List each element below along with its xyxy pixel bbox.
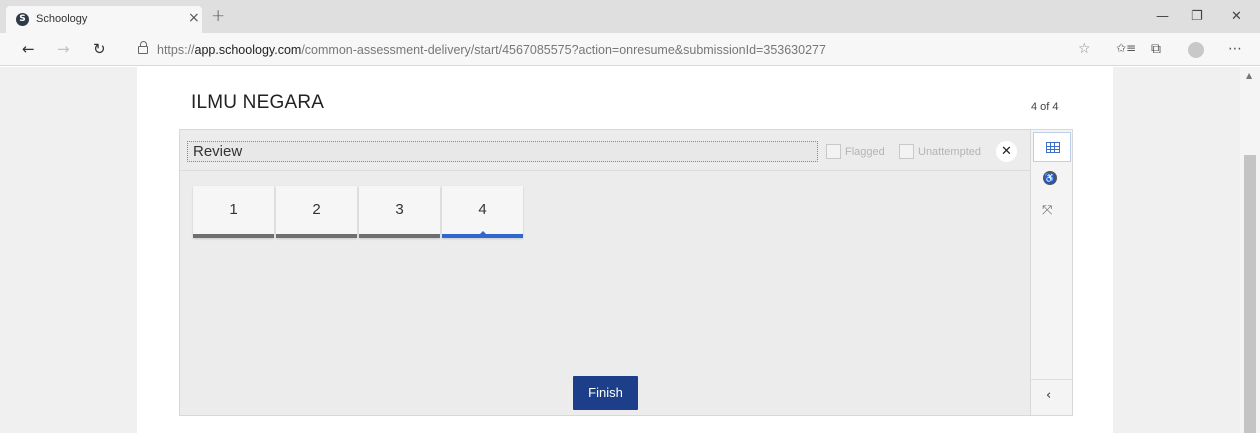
question-button-3[interactable]: 3 [359, 186, 440, 238]
question-button-1[interactable]: 1 [193, 186, 274, 238]
question-number: 1 [229, 201, 238, 218]
minimize-icon[interactable]: — [1156, 9, 1169, 24]
forward-icon[interactable]: → [57, 40, 70, 58]
scroll-thumb[interactable] [1244, 155, 1256, 433]
question-number: 2 [312, 201, 321, 218]
browser-tab-bar: S Schoology × + — ❐ ✕ [0, 0, 1260, 33]
url-prefix: https:// [157, 43, 195, 57]
url-path: /common-assessment-delivery/start/456708… [301, 43, 826, 57]
question-number: 3 [395, 201, 404, 218]
flagged-label: Flagged [845, 146, 885, 158]
page-content: ▲ ILMU NEGARA 4 of 4 Review Flagged Unat… [0, 67, 1260, 433]
question-button-4[interactable]: 4 [442, 186, 523, 238]
lock-icon [138, 41, 148, 54]
unattempted-checkbox[interactable] [899, 144, 914, 159]
question-number: 4 [478, 201, 487, 218]
browser-tab[interactable]: S Schoology × [6, 6, 202, 33]
review-panel: Review Flagged Unattempted ✕ 1 2 3 4 Fin… [179, 129, 1031, 416]
expand-icon[interactable]: ⤧ [1042, 202, 1052, 218]
question-button-2[interactable]: 2 [276, 186, 357, 238]
vertical-scrollbar[interactable]: ▲ [1240, 67, 1260, 433]
grid-icon [1046, 142, 1060, 153]
rail-divider [1031, 379, 1072, 380]
question-grid-button[interactable] [1033, 132, 1071, 162]
right-margin [1113, 67, 1240, 433]
accessibility-icon[interactable]: ♿ [1043, 171, 1057, 185]
tab-close-icon[interactable]: × [188, 10, 200, 26]
collapse-chevron-icon[interactable]: ‹ [1046, 388, 1051, 403]
panel-divider [180, 170, 1030, 171]
tool-rail: ♿ ⤧ ‹ [1031, 129, 1073, 416]
back-icon[interactable]: ← [22, 40, 35, 58]
window-close-icon[interactable]: ✕ [1231, 9, 1242, 24]
maximize-icon[interactable]: ❐ [1191, 9, 1203, 24]
assessment-title: ILMU NEGARA [191, 92, 325, 113]
favorite-star-icon[interactable]: ☆ [1078, 41, 1091, 57]
active-caret-icon [479, 231, 487, 235]
finish-button[interactable]: Finish [573, 376, 638, 410]
page-count: 4 of 4 [1031, 101, 1059, 113]
url-host: app.schoology.com [194, 43, 302, 57]
browser-address-bar: ← → ↻ https://app.schoology.com/common-a… [0, 33, 1260, 66]
flagged-checkbox[interactable] [826, 144, 841, 159]
more-options-icon[interactable]: ⋯ [1228, 41, 1242, 57]
profile-avatar-icon[interactable] [1188, 42, 1204, 58]
url-field[interactable]: https://app.schoology.com/common-assessm… [157, 43, 826, 57]
close-review-icon[interactable]: ✕ [996, 141, 1017, 162]
favorites-bar-icon[interactable]: ✩≡ [1116, 41, 1136, 55]
schoology-favicon-icon: S [16, 13, 29, 26]
scroll-up-arrow-icon[interactable]: ▲ [1246, 71, 1252, 80]
tab-title: Schoology [36, 13, 88, 25]
review-heading: Review [187, 141, 818, 162]
new-tab-button[interactable]: + [211, 6, 225, 26]
collections-icon[interactable]: ⧉ [1151, 41, 1161, 57]
left-margin [0, 67, 137, 433]
refresh-icon[interactable]: ↻ [93, 40, 106, 58]
unattempted-label: Unattempted [918, 146, 981, 158]
